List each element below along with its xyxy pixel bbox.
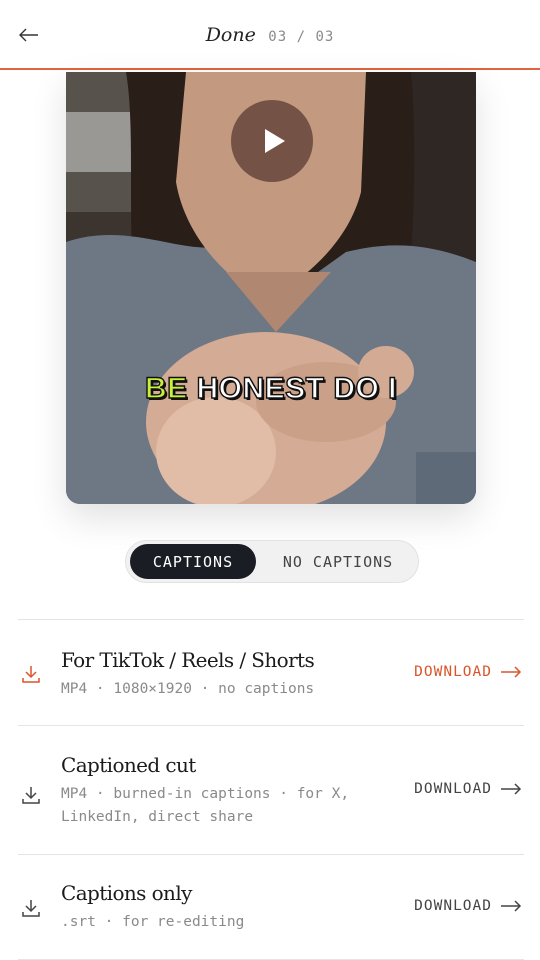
download-label: DOWNLOAD bbox=[414, 664, 492, 680]
download-button[interactable]: DOWNLOAD bbox=[414, 664, 522, 680]
download-meta: MP4 · 1080×1920 · no captions bbox=[61, 681, 315, 697]
video-preview[interactable]: BE HONEST DO I bbox=[66, 72, 476, 504]
top-bar: Done 03 / 03 bbox=[0, 0, 540, 70]
download-info: Captioned cut MP4 · burned-in captions ·… bbox=[61, 753, 381, 829]
arrow-right-icon bbox=[501, 783, 522, 795]
download-icon bbox=[22, 666, 40, 683]
download-label: DOWNLOAD bbox=[414, 781, 492, 797]
download-row-captioned[interactable]: Captioned cut MP4 · burned-in captions ·… bbox=[18, 726, 524, 855]
download-icon bbox=[22, 787, 40, 804]
no-captions-option[interactable]: NO CAPTIONS bbox=[260, 544, 416, 579]
download-label: DOWNLOAD bbox=[414, 898, 492, 914]
download-button[interactable]: DOWNLOAD bbox=[414, 781, 522, 797]
play-button[interactable] bbox=[231, 100, 313, 182]
caption-text: HONEST DO I bbox=[187, 371, 398, 405]
download-info: Captions only .srt · for re-editing bbox=[61, 881, 381, 934]
step-indicator: 03 / 03 bbox=[268, 29, 335, 45]
download-meta: .srt · for re-editing bbox=[61, 914, 245, 930]
download-row-tiktok[interactable]: For TikTok / Reels / Shorts MP4 · 1080×1… bbox=[18, 620, 524, 726]
page-title-group: Done 03 / 03 bbox=[0, 24, 540, 46]
captions-option[interactable]: CAPTIONS bbox=[130, 544, 256, 579]
download-row-srt[interactable]: Captions only .srt · for re-editing DOWN… bbox=[18, 855, 524, 960]
download-title: Captioned cut bbox=[61, 753, 196, 777]
caption-overlay: BE HONEST DO I bbox=[66, 371, 476, 406]
download-icon bbox=[22, 900, 40, 917]
download-list: For TikTok / Reels / Shorts MP4 · 1080×1… bbox=[18, 619, 524, 960]
play-icon bbox=[265, 129, 285, 153]
download-info: For TikTok / Reels / Shorts MP4 · 1080×1… bbox=[61, 648, 381, 701]
page-title: Done bbox=[205, 24, 256, 46]
download-title: Captions only bbox=[61, 881, 192, 905]
captions-toggle: CAPTIONS NO CAPTIONS bbox=[125, 540, 419, 583]
download-meta: MP4 · burned-in captions · for X, Linked… bbox=[61, 786, 350, 825]
arrow-right-icon bbox=[501, 900, 522, 912]
download-title: For TikTok / Reels / Shorts bbox=[61, 648, 315, 672]
arrow-right-icon bbox=[501, 666, 522, 678]
download-button[interactable]: DOWNLOAD bbox=[414, 898, 522, 914]
caption-highlight-word: BE bbox=[144, 371, 188, 405]
